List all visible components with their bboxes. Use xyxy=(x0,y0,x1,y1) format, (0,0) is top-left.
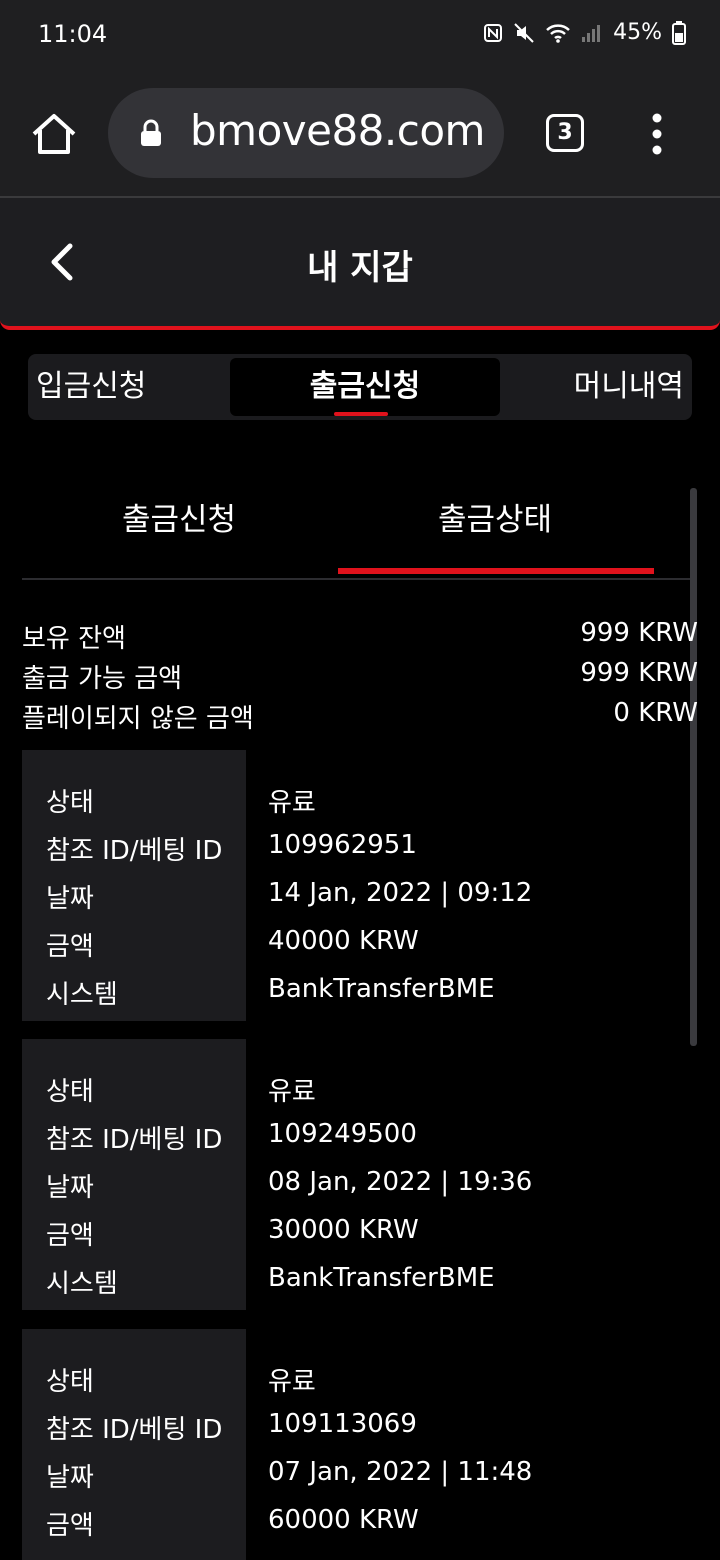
record-amount: 40000 KRW xyxy=(268,926,419,956)
summary-value: 0 KRW xyxy=(613,698,698,728)
summary-row: 보유 잔액 999 KRW xyxy=(22,616,698,656)
status-time: 11:04 xyxy=(38,20,108,48)
field-label-date: 날짜 xyxy=(46,884,94,914)
record-status: 유료 xyxy=(268,1367,316,1397)
battery-icon xyxy=(672,20,686,45)
nfc-icon xyxy=(484,23,503,42)
signal-icon xyxy=(582,24,601,42)
record-ref-id: 109113069 xyxy=(268,1409,417,1439)
battery-percent: 45% xyxy=(613,20,662,45)
home-icon[interactable] xyxy=(28,108,80,160)
withdraw-record: 상태 참조 ID/베팅 ID 날짜 금액 시스템 유료 109249500 08… xyxy=(22,1039,698,1311)
record-amount: 60000 KRW xyxy=(268,1505,419,1535)
summary-row: 플레이되지 않은 금액 0 KRW xyxy=(22,696,698,736)
balance-summary: 보유 잔액 999 KRW 출금 가능 금액 999 KRW 플레이되지 않은 … xyxy=(22,616,698,736)
address-bar[interactable]: bmove88.com xyxy=(108,88,504,178)
record-ref-id: 109249500 xyxy=(268,1119,417,1149)
tab-switcher-button[interactable]: 3 xyxy=(546,114,584,152)
field-label-status: 상태 xyxy=(46,1367,94,1397)
active-subtab-indicator xyxy=(338,568,654,574)
field-label-ref-id: 참조 ID/베팅 ID xyxy=(46,836,223,866)
field-label-system: 시스템 xyxy=(46,980,118,1010)
field-label-system: 시스템 xyxy=(46,1269,118,1299)
mute-icon xyxy=(514,22,534,43)
record-date: 08 Jan, 2022 | 19:36 xyxy=(268,1167,533,1197)
record-amount: 30000 KRW xyxy=(268,1215,419,1245)
more-menu-icon[interactable] xyxy=(648,112,666,156)
withdraw-record: 상태 참조 ID/베팅 ID 날짜 금액 시스템 유료 109962951 14… xyxy=(22,750,698,1022)
tab-withdraw-request-label: 출금신청 xyxy=(309,369,421,404)
url-text: bmove88.com xyxy=(190,106,485,155)
summary-row: 출금 가능 금액 999 KRW xyxy=(22,656,698,696)
status-icons: 45% xyxy=(483,20,686,45)
field-label-status: 상태 xyxy=(46,788,94,818)
summary-label: 출금 가능 금액 xyxy=(22,664,183,694)
tab-withdraw-request[interactable]: 출금신청 xyxy=(230,358,500,416)
summary-value: 999 KRW xyxy=(580,658,698,688)
record-system: BankTransferBME xyxy=(268,1263,495,1293)
tab-deposit-request[interactable]: 입금신청 xyxy=(36,354,146,420)
field-label-ref-id: 참조 ID/베팅 ID xyxy=(46,1415,223,1445)
field-label-ref-id: 참조 ID/베팅 ID xyxy=(46,1125,223,1155)
summary-value: 999 KRW xyxy=(580,618,698,648)
record-ref-id: 109962951 xyxy=(268,830,417,860)
field-label-status: 상태 xyxy=(46,1077,94,1107)
field-label-amount: 금액 xyxy=(46,1511,94,1541)
record-date: 07 Jan, 2022 | 11:48 xyxy=(268,1457,533,1487)
wifi-icon xyxy=(546,23,570,43)
field-label-date: 날짜 xyxy=(46,1173,94,1203)
field-label-amount: 금액 xyxy=(46,1221,94,1251)
subtab-withdraw-request[interactable]: 출금신청 xyxy=(122,494,236,539)
page-title: 내 지갑 xyxy=(307,248,413,288)
field-label-date: 날짜 xyxy=(46,1463,94,1493)
withdraw-subtabs: 출금신청 출금상태 xyxy=(22,480,696,580)
field-label-amount: 금액 xyxy=(46,932,94,962)
tab-money-history[interactable]: 머니내역 xyxy=(574,354,684,420)
summary-label: 보유 잔액 xyxy=(22,624,126,654)
status-bar: 11:04 45% xyxy=(0,0,720,72)
withdraw-record: 상태 참조 ID/베팅 ID 날짜 금액 유료 109113069 07 Jan… xyxy=(22,1329,698,1560)
record-status: 유료 xyxy=(268,788,316,818)
record-system: BankTransferBME xyxy=(268,974,495,1004)
record-date: 14 Jan, 2022 | 09:12 xyxy=(268,878,533,908)
record-status: 유료 xyxy=(268,1077,316,1107)
page-header: 내 지갑 xyxy=(0,198,720,330)
summary-label: 플레이되지 않은 금액 xyxy=(22,704,254,734)
browser-toolbar: bmove88.com 3 xyxy=(0,72,720,198)
lock-icon xyxy=(141,119,161,146)
wallet-tabs: 입금신청 출금신청 머니내역 xyxy=(28,354,692,420)
active-tab-indicator xyxy=(334,412,388,416)
subtab-withdraw-status[interactable]: 출금상태 xyxy=(438,494,552,539)
